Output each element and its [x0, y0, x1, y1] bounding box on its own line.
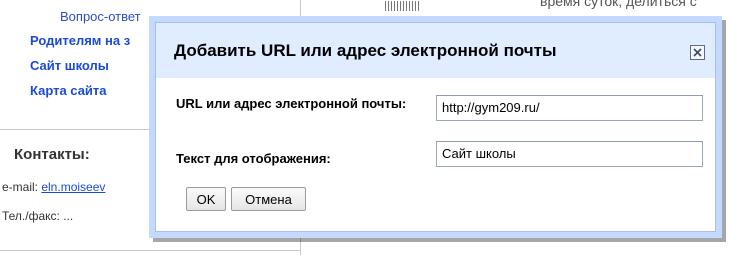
close-icon [693, 48, 702, 57]
background-fragment [385, 1, 421, 11]
sidebar-item-faq[interactable]: Вопрос-ответ [60, 10, 141, 28]
email-link[interactable]: eln.moiseev [41, 180, 105, 194]
sidebar-item-sitemap[interactable]: Карта сайта [30, 78, 141, 103]
sidebar-nav: Вопрос-ответ Родителям на з Сайт школы К… [30, 10, 141, 103]
ok-button[interactable]: OK [186, 187, 226, 211]
close-button[interactable] [690, 45, 705, 60]
display-text-input[interactable]: Сайт школы [436, 141, 703, 167]
phone-row: Тел./факс: ... [2, 209, 74, 223]
display-text-label: Текст для отображения: [176, 151, 331, 166]
contacts-heading: Контакты: [14, 146, 90, 163]
background-text: время суток, делиться с [540, 0, 697, 9]
dialog-header: Добавить URL или адрес электронной почты [156, 23, 715, 78]
sidebar-item-parents[interactable]: Родителям на з [30, 28, 141, 53]
dialog-title: Добавить URL или адрес электронной почты [174, 41, 557, 60]
url-input[interactable]: http://gym209.ru/ [436, 95, 703, 121]
dialog-body: Добавить URL или адрес электронной почты… [155, 22, 716, 232]
cancel-button[interactable]: Отмена [231, 187, 306, 211]
url-field-label: URL или адрес электронной почты: [176, 96, 407, 111]
email-label: e-mail: [2, 180, 42, 194]
add-link-dialog: Добавить URL или адрес электронной почты… [149, 16, 722, 238]
sidebar-item-school-site[interactable]: Сайт школы [30, 53, 141, 78]
email-row: e-mail: eln.moiseev [2, 180, 105, 194]
sidebar-bottom-divider [0, 250, 300, 251]
